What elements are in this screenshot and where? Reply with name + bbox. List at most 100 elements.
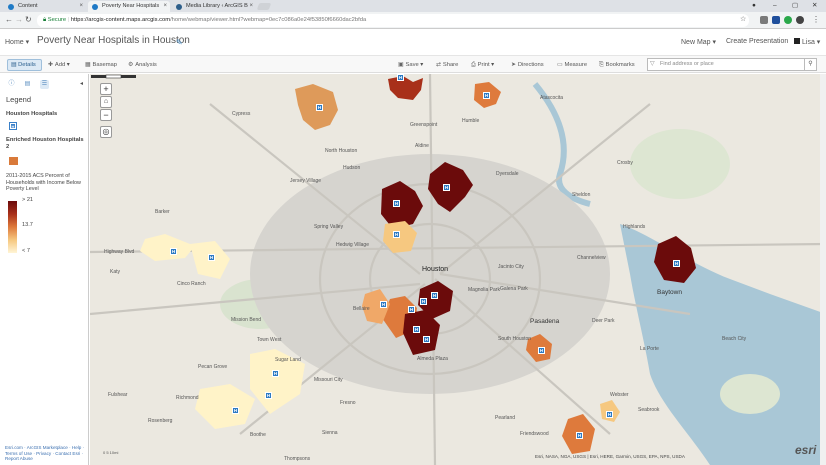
place-label: Highlands: [623, 224, 646, 230]
user-menu[interactable]: Lisa ▾: [802, 38, 820, 46]
share-button[interactable]: ⇄ Share: [436, 60, 458, 70]
analysis-button[interactable]: ⚙ Analysis: [128, 60, 157, 70]
add-layer-icon: ✚: [48, 62, 53, 68]
hospital-marker-icon[interactable]: H: [208, 254, 215, 261]
avatar[interactable]: [794, 38, 800, 44]
map-attribution: Esri, NASA, NGA, USGS | Esri, HERE, Garm…: [535, 454, 685, 459]
place-label: South Houston: [498, 336, 532, 342]
zoom-in-button[interactable]: +: [100, 83, 112, 95]
browser-tab-media[interactable]: Media Library ‹ ArcGIS B ×: [172, 1, 256, 12]
hospital-marker-icon[interactable]: H: [538, 347, 545, 354]
locate-button[interactable]: ◎: [100, 126, 112, 138]
hospital-marker-icon[interactable]: H: [431, 292, 438, 299]
search-placeholder: Find address or place: [660, 61, 714, 67]
directions-label: Directions: [517, 62, 544, 68]
analysis-icon: ⚙: [128, 62, 134, 68]
zoom-out-button[interactable]: −: [100, 109, 112, 121]
hospital-marker-icon[interactable]: H: [393, 231, 400, 238]
home-menu[interactable]: Home ▾: [5, 38, 29, 46]
bookmark-star-icon[interactable]: ☆: [740, 15, 746, 25]
hospital-marker-icon[interactable]: H: [265, 392, 272, 399]
place-label: Friendswood: [520, 431, 549, 437]
new-tab-button[interactable]: [256, 3, 272, 10]
close-tab-icon[interactable]: ×: [163, 1, 167, 12]
hospital-marker-icon[interactable]: H: [393, 200, 400, 207]
hospital-marker-icon[interactable]: H: [232, 407, 239, 414]
field-description: 2011-2015 ACS Percent of Households with…: [6, 173, 81, 192]
share-icon: ⇄: [436, 62, 441, 68]
address-bar[interactable]: 🔒︎ Secure | https://arcgis-content.maps.…: [37, 14, 749, 27]
basemap-button[interactable]: ▦ Basemap: [85, 60, 117, 70]
polygon-symbol-icon: [9, 157, 18, 165]
hospital-marker-icon[interactable]: H: [380, 301, 387, 308]
extension-icon[interactable]: [772, 16, 780, 24]
content-icon[interactable]: ▤: [23, 80, 32, 89]
search-input[interactable]: ▽ Find address or place ⚲: [647, 58, 817, 71]
place-label: Crosby: [617, 160, 633, 166]
extension-icon[interactable]: [760, 16, 768, 24]
hospital-marker-icon[interactable]: H: [420, 298, 427, 305]
forward-icon[interactable]: →: [15, 15, 23, 25]
hospital-marker-icon[interactable]: H: [443, 184, 450, 191]
hospital-marker-icon[interactable]: H: [423, 336, 430, 343]
details-button[interactable]: ▤ Details: [7, 59, 42, 71]
save-button[interactable]: ▣ Save ▾: [398, 60, 423, 70]
legend-title: Legend: [6, 95, 32, 104]
directions-button[interactable]: ➤ Directions: [511, 60, 544, 70]
collapse-panel-icon[interactable]: ◂: [80, 80, 83, 87]
pencil-icon[interactable]: ✎: [176, 38, 183, 47]
back-icon[interactable]: ←: [5, 15, 13, 25]
footer-links[interactable]: Esri.com · ArcGIS Marketplace · Help · T…: [5, 445, 87, 462]
place-label: Richmond: [176, 395, 199, 401]
search-icon[interactable]: ⚲: [804, 59, 816, 70]
hospital-marker-icon[interactable]: H: [606, 411, 613, 418]
place-label: Beach City: [722, 336, 747, 342]
maximize-icon[interactable]: ▢: [792, 0, 798, 12]
legend-icon[interactable]: ☰: [40, 80, 49, 89]
place-label: Pecan Grove: [198, 364, 228, 370]
hospital-marker-icon[interactable]: H: [397, 74, 404, 81]
hospital-marker-icon[interactable]: H: [408, 306, 415, 313]
place-label: Houston: [422, 266, 449, 273]
hospital-marker-icon[interactable]: H: [272, 370, 279, 377]
close-tab-icon[interactable]: ×: [249, 1, 253, 12]
add-button[interactable]: ✚ Add ▾: [48, 60, 70, 70]
map-scrollbar[interactable]: [820, 74, 826, 465]
menu-icon[interactable]: ⋮: [812, 15, 820, 25]
minimize-icon[interactable]: –: [773, 0, 777, 12]
hospital-marker-icon[interactable]: H: [673, 260, 680, 267]
hospital-marker-icon[interactable]: H: [316, 104, 323, 111]
details-panel: ⓘ ▤ ☰ ◂ Legend Houston Hospitals H Enric…: [0, 74, 89, 465]
hospital-marker-icon[interactable]: H: [170, 248, 177, 255]
browser-tab-content[interactable]: Content ×: [4, 1, 86, 12]
measure-button[interactable]: ▭ Measure: [557, 60, 587, 70]
hospital-marker-icon[interactable]: H: [413, 326, 420, 333]
extension-icon[interactable]: [784, 16, 792, 24]
hospital-marker-icon[interactable]: H: [576, 432, 583, 439]
close-tab-icon[interactable]: ×: [79, 1, 83, 12]
new-map-menu[interactable]: New Map ▾: [681, 38, 716, 46]
place-label: Mission Bend: [231, 317, 262, 323]
tab-title: Poverty Near Hospitals: [102, 3, 160, 9]
url-path: /home/webmap/viewer.html?webmap=0ec7c086…: [170, 17, 367, 23]
home-extent-button[interactable]: ⌂: [100, 96, 112, 108]
info-icon[interactable]: ⓘ: [7, 80, 16, 89]
place-label: Katy: [110, 269, 121, 275]
profile-icon[interactable]: ●: [752, 0, 756, 12]
extension-icon[interactable]: [796, 16, 804, 24]
create-presentation-link[interactable]: Create Presentation: [726, 38, 788, 45]
map-view[interactable]: H H H H H H H H H H H H H H H H H H H H …: [90, 74, 826, 465]
close-window-icon[interactable]: ✕: [812, 0, 817, 12]
browser-tab-poverty[interactable]: Poverty Near Hospitals ×: [88, 1, 170, 12]
place-label: Humble: [462, 118, 480, 124]
measure-label: Measure: [564, 62, 588, 68]
place-label: Thompsons: [284, 456, 311, 462]
place-label: La Porte: [640, 346, 659, 352]
reload-icon[interactable]: ↻: [25, 15, 32, 25]
tab-title: Content: [18, 3, 38, 9]
print-button[interactable]: ⎙ Print ▾: [471, 60, 494, 70]
save-label: Save ▾: [405, 62, 424, 68]
place-label: Sheldon: [572, 192, 591, 198]
hospital-marker-icon[interactable]: H: [483, 92, 490, 99]
bookmarks-button[interactable]: ⎘ Bookmarks: [599, 60, 635, 70]
